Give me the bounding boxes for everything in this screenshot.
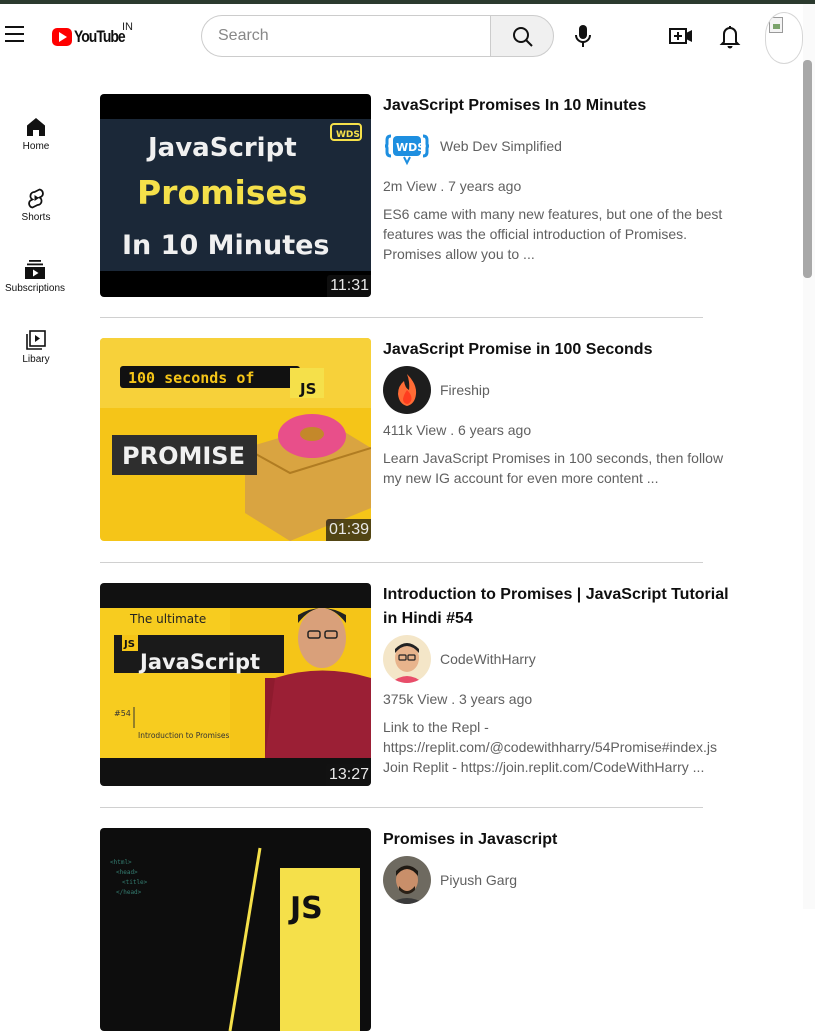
- channel-name[interactable]: CodeWithHarry: [440, 651, 536, 667]
- svg-text:<head>: <head>: [116, 869, 138, 876]
- channel-name[interactable]: Fireship: [440, 382, 490, 398]
- thumb-text: JS: [123, 639, 135, 650]
- thumb-text: In 10 Minutes: [122, 230, 330, 261]
- video-thumbnail[interactable]: 100 seconds of JS PROMISE 01:39: [100, 338, 371, 541]
- channel-row[interactable]: WDS Web Dev Simplified: [383, 122, 743, 170]
- video-duration: 01:39: [325, 519, 371, 541]
- thumbnail-image: The ultimate JavaScript JS #54 Introduct…: [100, 583, 371, 786]
- voice-search-button[interactable]: [568, 20, 598, 52]
- search-input[interactable]: [202, 16, 491, 56]
- video-camera-add-icon: [669, 28, 692, 44]
- video-title[interactable]: Introduction to Promises | JavaScript Tu…: [383, 583, 743, 631]
- region-code: IN: [122, 21, 133, 33]
- sidebar-item-label: Libary: [22, 354, 50, 365]
- subscriptions-icon: [25, 260, 45, 279]
- sidebar-item-label: Home: [22, 141, 50, 152]
- thumbnail-image: JavaScript Promises In 10 Minutes WDS: [100, 94, 371, 297]
- video-meta: 2m View . 7 years ago: [383, 178, 522, 194]
- channel-avatar[interactable]: [383, 366, 431, 414]
- sidebar-item-home[interactable]: Home: [0, 116, 72, 176]
- video-thumbnail[interactable]: JavaScript Promises In 10 Minutes WDS 11…: [100, 94, 371, 297]
- top-bar: YouTube IN: [0, 4, 803, 68]
- svg-text:</head>: </head>: [116, 889, 142, 896]
- thumb-text: 100 seconds of: [128, 369, 254, 387]
- sidebar-item-label: Subscriptions: [4, 283, 66, 294]
- thumb-text: JavaScript: [138, 650, 260, 674]
- video-description: Learn JavaScript Promises in 100 seconds…: [383, 450, 724, 486]
- channel-row[interactable]: CodeWithHarry: [383, 635, 743, 683]
- shorts-icon: [28, 188, 44, 209]
- video-info: Introduction to Promises | JavaScript Tu…: [383, 583, 743, 777]
- microphone-icon: [575, 25, 591, 47]
- video-title[interactable]: JavaScript Promise in 100 Seconds: [383, 338, 743, 362]
- thumb-badge: WDS: [336, 130, 360, 140]
- video-meta: 411k View . 6 years ago: [383, 422, 532, 438]
- thumb-text: JS: [299, 380, 316, 398]
- bell-icon: [719, 26, 741, 49]
- channel-name[interactable]: Web Dev Simplified: [440, 138, 562, 154]
- video-thumbnail[interactable]: <html> <head> <title> </head> JS: [100, 828, 371, 1031]
- menu-icon[interactable]: [5, 26, 24, 42]
- svg-text:<title>: <title>: [122, 879, 148, 886]
- search-icon: [513, 27, 533, 47]
- video-title[interactable]: Promises in Javascript: [383, 828, 743, 852]
- channel-avatar[interactable]: [383, 635, 431, 683]
- sidebar-item-library[interactable]: Libary: [0, 329, 72, 389]
- sidebar-item-subscriptions[interactable]: Subscriptions: [0, 258, 70, 318]
- video-thumbnail[interactable]: The ultimate JavaScript JS #54 Introduct…: [100, 583, 371, 786]
- row-divider: [100, 562, 703, 563]
- video-description: ES6 came with many new features, but one…: [383, 206, 723, 262]
- thumb-text: Promises: [137, 173, 308, 212]
- account-avatar[interactable]: [765, 12, 803, 64]
- row-divider: [100, 317, 703, 318]
- video-info: Promises in Javascript Piyush Garg: [383, 828, 743, 904]
- thumb-text: #54: [114, 709, 131, 718]
- sidebar-item-shorts[interactable]: Shorts: [0, 187, 72, 247]
- search-button[interactable]: [490, 15, 554, 57]
- sidebar-item-label: Shorts: [21, 212, 51, 223]
- create-video-button[interactable]: [665, 20, 697, 52]
- video-description: Link to the Repl - https://replit.com/@c…: [383, 719, 718, 775]
- video-duration: 11:31: [327, 275, 371, 297]
- channel-avatar[interactable]: WDS: [383, 122, 431, 170]
- thumb-text: JavaScript: [146, 133, 297, 163]
- broken-image-icon: [769, 17, 783, 33]
- scrollbar-thumb[interactable]: [803, 60, 812, 278]
- channel-avatar-text: WDS: [396, 141, 425, 154]
- search-box: [201, 15, 491, 57]
- channel-row[interactable]: Piyush Garg: [383, 856, 743, 904]
- thumbnail-image: 100 seconds of JS PROMISE: [100, 338, 371, 541]
- channel-name[interactable]: Piyush Garg: [440, 872, 517, 888]
- notifications-button[interactable]: [714, 20, 746, 52]
- library-icon: [26, 330, 46, 350]
- video-title[interactable]: JavaScript Promises In 10 Minutes: [383, 94, 743, 118]
- thumbnail-image: <html> <head> <title> </head> JS: [100, 828, 371, 1031]
- thumb-text: Introduction to Promises: [138, 731, 230, 740]
- video-meta: 375k View . 3 years ago: [383, 691, 533, 707]
- video-duration: 13:27: [325, 764, 371, 786]
- thumb-text: PROMISE: [122, 442, 245, 470]
- logo-text: YouTube: [74, 27, 126, 46]
- video-info: JavaScript Promises In 10 Minutes WDS We…: [383, 94, 743, 264]
- row-divider: [100, 807, 703, 808]
- channel-row[interactable]: Fireship: [383, 366, 743, 414]
- channel-avatar[interactable]: [383, 856, 431, 904]
- youtube-play-icon: [52, 28, 72, 46]
- home-icon: [27, 118, 45, 136]
- thumb-text: The ultimate: [129, 612, 206, 626]
- svg-text:<html>: <html>: [110, 859, 132, 866]
- video-info: JavaScript Promise in 100 Seconds Firesh…: [383, 338, 743, 488]
